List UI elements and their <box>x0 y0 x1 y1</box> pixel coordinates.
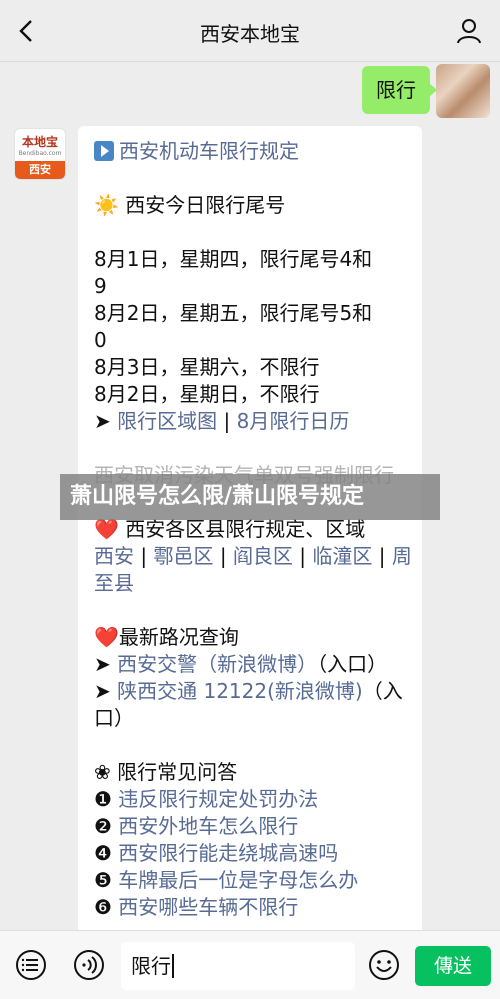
district-link[interactable]: 鄠邑区 <box>153 544 213 568</box>
schedule-line: 0 <box>94 328 107 352</box>
faq-link[interactable]: 车牌最后一位是字母怎么办 <box>118 868 358 892</box>
arrow-icon: ➤ <box>94 679 111 703</box>
schedule-line: 8月3日，星期六，不限行 <box>94 355 320 379</box>
heart-icon: ❤️ <box>94 625 119 649</box>
schedule-line: 9 <box>94 274 107 298</box>
number-badge: ❻ <box>94 895 112 919</box>
district-link[interactable]: 临潼区 <box>312 544 372 568</box>
smiley-icon <box>369 950 399 980</box>
menu-button[interactable] <box>14 948 48 982</box>
zone-map-link[interactable]: 限行区域图 <box>117 409 217 433</box>
bot-avatar[interactable]: 本地宝 Bendibao.com 西安 <box>14 128 66 180</box>
emoji-button[interactable] <box>367 948 401 982</box>
entrance-label: （入 <box>362 679 403 703</box>
traffic-heading: 最新路况查询 <box>118 625 239 649</box>
input-value: 限行 <box>131 954 171 978</box>
voice-icon <box>74 950 104 980</box>
district-link[interactable]: 周 <box>392 544 412 568</box>
schedule-line: 8月2日，星期五，限行尾号5和 <box>94 301 373 325</box>
schedule-line: 8月2日，星期日，不限行 <box>94 382 320 406</box>
heart-icon: ❤️ <box>94 517 119 541</box>
district-link[interactable]: 至县 <box>94 571 134 595</box>
district-link[interactable]: 阎良区 <box>233 544 293 568</box>
district-link[interactable]: 西安 <box>94 544 134 568</box>
calendar-link[interactable]: 8月限行日历 <box>237 409 350 433</box>
faq-link[interactable]: 西安限行能走绕城高速吗 <box>118 841 338 865</box>
entrance-label-wrap: 口） <box>94 706 134 730</box>
number-badge: ❺ <box>94 868 112 892</box>
user-avatar[interactable] <box>436 64 490 118</box>
today-heading: 西安今日限行尾号 <box>125 193 286 217</box>
profile-button[interactable] <box>452 14 486 48</box>
message-input[interactable]: 限行 <box>121 942 355 990</box>
faq-link[interactable]: 西安外地车怎么限行 <box>118 814 298 838</box>
title-overlay-banner: 萧山限号怎么限/萧山限号规定 <box>60 474 440 520</box>
schedule-line: 8月1日，星期四，限行尾号4和 <box>94 247 373 271</box>
avatar-logo-url: Bendibao.com <box>18 150 62 157</box>
shaanxi-traffic-link[interactable]: 陕西交通 12122(新浪微博) <box>117 679 363 703</box>
person-icon <box>457 19 481 44</box>
faq-heading: 限行常见问答 <box>117 760 238 784</box>
input-bar: 限行 傳送 <box>0 930 500 999</box>
number-badge: ❶ <box>94 787 112 811</box>
traffic-police-link[interactable]: 西安交警（新浪微博） <box>117 652 317 676</box>
user-message-bubble[interactable]: 限行 <box>362 66 437 114</box>
districts-heading: 西安各区县限行规定、区域 <box>125 517 366 541</box>
send-button[interactable]: 傳送 <box>415 946 491 986</box>
play-icon <box>94 141 114 161</box>
entrance-label: （入口） <box>317 652 388 676</box>
text-caret <box>172 954 174 978</box>
chat-title: 西安本地宝 <box>200 22 300 46</box>
faq-link[interactable]: 违反限行规定处罚办法 <box>118 787 318 811</box>
arrow-icon: ➤ <box>94 652 111 676</box>
rules-link[interactable]: 西安机动车限行规定 <box>119 139 299 163</box>
avatar-logo-text: 本地宝 <box>21 135 58 149</box>
faq-link[interactable]: 西安哪些车辆不限行 <box>118 895 298 919</box>
top-bar: 西安本地宝 <box>0 0 500 62</box>
flower-icon: ❀ <box>94 760 111 784</box>
number-badge: ❷ <box>94 814 112 838</box>
avatar-logo-city: 西安 <box>15 161 65 179</box>
overlay-text: 萧山限号怎么限/萧山限号规定 <box>70 484 365 509</box>
number-badge: ❹ <box>94 841 112 865</box>
arrow-icon: ➤ <box>94 409 111 433</box>
voice-button[interactable] <box>72 948 106 982</box>
sun-icon: ☀️ <box>94 193 119 217</box>
bot-message-bubble: 西安机动车限行规定 ☀️ 西安今日限行尾号 8月1日，星期四，限行尾号4和 9 … <box>78 126 422 930</box>
menu-list-icon <box>16 950 46 980</box>
